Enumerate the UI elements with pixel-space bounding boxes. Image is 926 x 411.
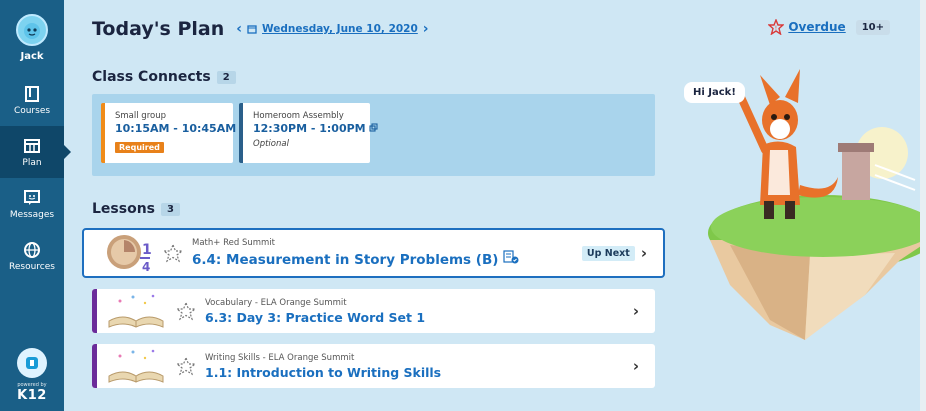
favorite-star-icon[interactable] xyxy=(175,301,197,321)
powered-by-text: powered by xyxy=(17,382,47,388)
alert-star-icon: ! xyxy=(768,19,785,35)
chevron-right-icon[interactable]: › xyxy=(633,357,639,375)
lesson-subject: Math+ Red Summit xyxy=(192,238,275,248)
brand-footer: powered by K12 xyxy=(0,348,64,403)
lesson-text: Math+ Red Summit 6.4: Measurement in Sto… xyxy=(192,238,582,268)
favorite-star-icon[interactable] xyxy=(175,356,197,376)
page-header: Today's Plan ‹ Wednesday, June 10, 2020 … xyxy=(92,18,429,40)
sidebar-item-messages[interactable]: Messages xyxy=(0,178,64,230)
chevron-right-icon[interactable]: › xyxy=(641,244,647,262)
page-scrollbar[interactable] xyxy=(920,0,926,411)
date-navigator: ‹ Wednesday, June 10, 2020 › xyxy=(236,21,428,37)
assignment-check-icon xyxy=(503,250,519,264)
external-link-icon[interactable] xyxy=(369,123,379,132)
sidebar-item-label: Plan xyxy=(22,157,42,168)
k12-logo: K12 xyxy=(17,388,47,403)
lesson-row[interactable]: Writing Skills - ELA Orange Summit 1.1: … xyxy=(92,344,655,388)
sidebar-item-plan[interactable]: Plan xyxy=(0,126,71,178)
sidebar-item-resources[interactable]: Resources xyxy=(0,230,64,282)
book-icon xyxy=(25,85,39,102)
favorite-star-icon[interactable] xyxy=(162,243,184,263)
connect-card-name: Small group xyxy=(115,111,166,121)
lesson-title: 6.4: Measurement in Story Problems (B) xyxy=(192,252,499,268)
lessons-heading: Lessons 3 xyxy=(92,201,180,217)
up-next-badge: Up Next xyxy=(581,245,635,261)
connect-card-time: 10:15AM - 10:45AM ... xyxy=(115,122,253,135)
sidebar-item-label: Messages xyxy=(9,209,55,220)
connect-card-time-row: 12:30PM - 1:00PM xyxy=(253,122,379,135)
class-connects-panel: Small group 10:15AM - 10:45AM ... Requir… xyxy=(92,94,655,176)
lessons-title: Lessons xyxy=(92,201,155,217)
previous-day-icon[interactable]: ‹ xyxy=(236,21,242,37)
calendar-plan-icon xyxy=(24,138,40,153)
class-connects-count: 2 xyxy=(216,70,236,84)
date-link[interactable]: Wednesday, June 10, 2020 xyxy=(262,23,418,35)
lessons-count: 3 xyxy=(161,202,180,216)
sidebar-item-courses[interactable]: Courses xyxy=(0,74,64,126)
greeting-bubble: Hi Jack! xyxy=(684,82,745,103)
avatar xyxy=(16,14,48,46)
lesson-subject: Writing Skills - ELA Orange Summit xyxy=(205,352,355,363)
connect-card-homeroom[interactable]: Homeroom Assembly 12:30PM - 1:00PM Optio… xyxy=(239,103,379,163)
required-badge: Required xyxy=(115,142,164,153)
fox-island-illustration: Hi Jack! xyxy=(660,55,926,355)
lesson-thumbnail: 1 4 xyxy=(92,235,154,274)
connect-card-time: 12:30PM - 1:00PM xyxy=(253,122,366,135)
lesson-row[interactable]: 1 4 Math+ Red Summit 6.4: Measurement in… xyxy=(82,228,665,278)
message-icon xyxy=(24,189,40,205)
calendar-icon xyxy=(247,25,257,34)
optional-label: Optional xyxy=(253,139,289,149)
overdue-link-group[interactable]: ! Overdue 10+ xyxy=(768,19,890,35)
class-connects-title: Class Connects xyxy=(92,69,211,85)
lesson-text: Vocabulary - ELA Orange Summit 6.3: Day … xyxy=(205,298,633,325)
user-profile[interactable]: Jack xyxy=(0,0,64,72)
lesson-text: Writing Skills - ELA Orange Summit 1.1: … xyxy=(205,353,633,380)
lesson-row[interactable]: Vocabulary - ELA Orange Summit 6.3: Day … xyxy=(92,289,655,333)
overdue-count-badge: 10+ xyxy=(855,19,890,35)
chevron-right-icon[interactable]: › xyxy=(633,302,639,320)
svg-text:1: 1 xyxy=(142,242,152,258)
next-day-icon[interactable]: › xyxy=(423,21,429,37)
svg-text:4: 4 xyxy=(142,260,150,274)
connect-card-name: Homeroom Assembly xyxy=(253,111,344,121)
overdue-link[interactable]: Overdue xyxy=(788,20,845,34)
lesson-title: 6.3: Day 3: Practice Word Set 1 xyxy=(205,309,426,325)
sidebar: Jack Courses Plan Messages Resources pow… xyxy=(0,0,71,411)
connect-card-small-group[interactable]: Small group 10:15AM - 10:45AM ... Requir… xyxy=(101,103,253,163)
user-name: Jack xyxy=(20,51,44,62)
page-title: Today's Plan xyxy=(92,18,225,40)
sidebar-item-label: Resources xyxy=(9,261,55,272)
lesson-thumbnail xyxy=(105,293,167,329)
svg-text:!: ! xyxy=(775,25,777,32)
lesson-subject: Vocabulary - ELA Orange Summit xyxy=(205,297,347,308)
lesson-title: 1.1: Introduction to Writing Skills xyxy=(205,364,442,380)
lesson-title-row: 6.4: Measurement in Story Problems (B) xyxy=(192,250,582,268)
sidebar-item-label: Courses xyxy=(13,105,51,116)
lesson-accent-bar xyxy=(92,289,97,333)
globe-icon xyxy=(24,241,40,258)
lesson-thumbnail xyxy=(105,348,167,384)
lesson-accent-bar xyxy=(92,344,97,388)
help-icon[interactable] xyxy=(17,348,47,378)
class-connects-heading: Class Connects 2 xyxy=(92,69,236,85)
